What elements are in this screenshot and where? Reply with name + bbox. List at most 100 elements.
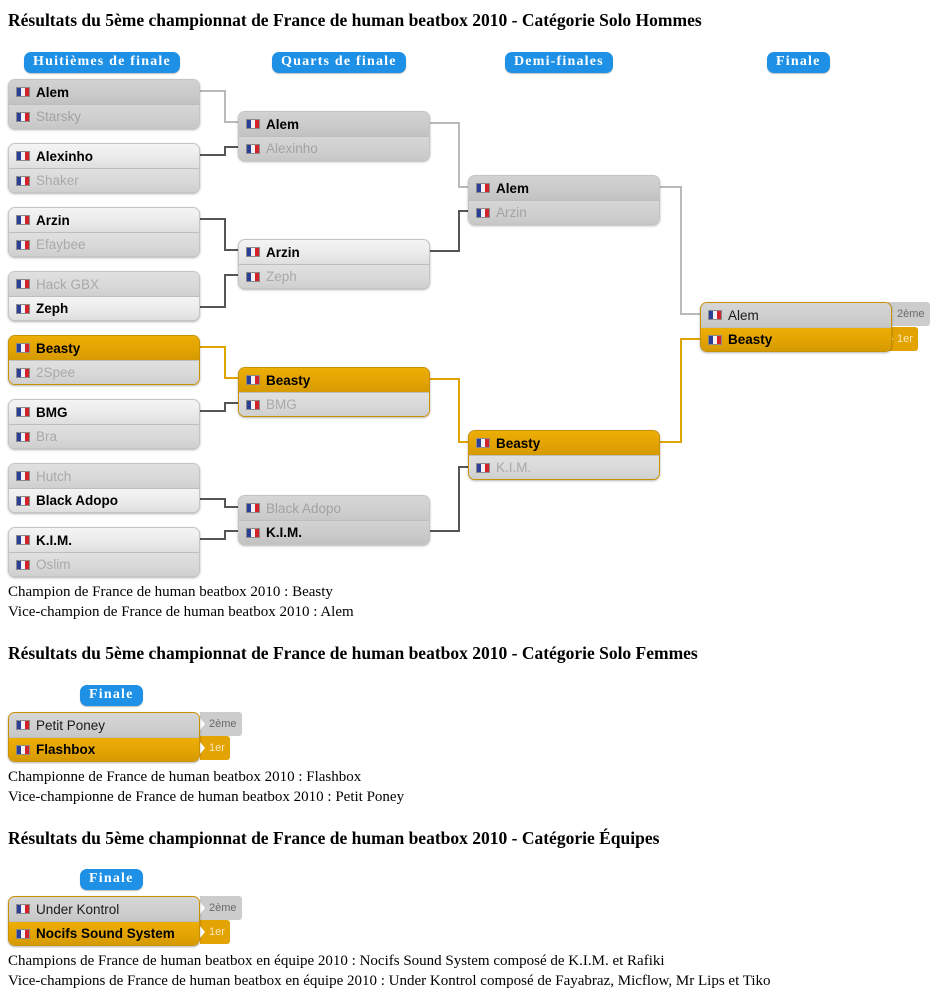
match-slot-winner[interactable]: Beasty	[469, 431, 659, 455]
match-slot-loser[interactable]: Alexinho	[239, 136, 429, 160]
rank-badge-first: 1er	[200, 736, 230, 760]
match-slot-loser[interactable]: Efaybee	[9, 232, 199, 256]
match-slot-loser[interactable]: 2Spee	[9, 360, 199, 384]
match-slot-winner[interactable]: BMG	[9, 400, 199, 424]
connector	[658, 186, 682, 188]
round-label-final: Finale	[767, 52, 830, 73]
match-box[interactable]: K.I.M. Oslim	[8, 527, 200, 577]
connector	[200, 538, 226, 540]
connector	[224, 402, 238, 404]
bracket-page: Résultats du 5ème championnat de France …	[0, 0, 950, 997]
match-slot-winner[interactable]: Nocifs Sound System	[9, 921, 199, 945]
french-flag-icon	[16, 215, 30, 225]
match-slot-loser[interactable]: Starsky	[9, 104, 199, 128]
competitor-name: Bra	[36, 429, 58, 444]
competitor-name: Petit Poney	[36, 717, 106, 733]
match-slot-loser[interactable]: Hutch	[9, 464, 199, 488]
match-slot-loser[interactable]: Petit Poney	[9, 713, 199, 737]
match-slot-winner[interactable]: Beasty	[9, 336, 199, 360]
match-slot-loser[interactable]: Under Kontrol	[9, 897, 199, 921]
match-box[interactable]: Beasty BMG	[238, 367, 430, 417]
match-slot-winner[interactable]: Beasty	[701, 327, 891, 351]
match-slot-loser[interactable]: Shaker	[9, 168, 199, 192]
french-flag-icon	[16, 343, 30, 353]
match-slot-loser[interactable]: Alem	[701, 303, 891, 327]
match-slot-loser[interactable]: Zeph	[239, 264, 429, 288]
match-slot-winner[interactable]: Zeph	[9, 296, 199, 320]
french-flag-icon	[476, 183, 490, 193]
match-box[interactable]: Arzin Zeph	[238, 239, 430, 289]
french-flag-icon	[476, 207, 490, 218]
match-box[interactable]: Alem Alexinho	[238, 111, 430, 161]
competitor-name: Zeph	[266, 269, 297, 284]
round-label-quarter-finals: Quarts de finale	[272, 52, 406, 73]
connector	[200, 90, 226, 92]
competitor-name: Black Adopo	[266, 500, 342, 516]
competitor-name: Starsky	[36, 109, 82, 124]
match-slot-winner[interactable]: Alexinho	[9, 144, 199, 168]
french-flag-icon	[246, 503, 260, 513]
rank-badge-label: 2ème	[209, 902, 237, 914]
french-flag-icon	[16, 111, 30, 122]
match-box[interactable]: Black Adopo K.I.M.	[238, 495, 430, 545]
connector	[224, 146, 238, 148]
match-slot-winner[interactable]: Alem	[239, 112, 429, 136]
round-label-final-equipes: Finale	[80, 869, 143, 890]
french-flag-icon	[246, 119, 260, 129]
competitor-name: Beasty	[266, 372, 311, 388]
rank-badge-first: 1er	[888, 327, 918, 351]
match-box[interactable]: Alexinho Shaker	[8, 143, 200, 193]
match-slot-loser[interactable]: BMG	[239, 392, 429, 416]
competitor-name: Oslim	[36, 557, 71, 572]
match-slot-winner[interactable]: Arzin	[239, 240, 429, 264]
match-box[interactable]: BMG Bra	[8, 399, 200, 449]
french-flag-icon	[16, 303, 30, 314]
match-slot-winner[interactable]: Beasty	[239, 368, 429, 392]
match-box[interactable]: Arzin Efaybee	[8, 207, 200, 257]
rank-badge-label: 1er	[897, 333, 913, 345]
match-box[interactable]: Alem Arzin	[468, 175, 660, 225]
french-flag-icon	[246, 247, 260, 257]
match-box[interactable]: Beasty 2Spee	[8, 335, 200, 385]
connector	[200, 346, 226, 348]
french-flag-icon	[476, 438, 490, 448]
match-slot-loser[interactable]: K.I.M.	[469, 455, 659, 479]
round-label-round-of-16: Huitièmes de finale	[24, 52, 180, 73]
match-slot-loser[interactable]: Hack GBX	[9, 272, 199, 296]
competitor-name: K.I.M.	[266, 525, 302, 540]
match-box-final[interactable]: Petit Poney Flashbox	[8, 712, 200, 762]
competitor-name: Nocifs Sound System	[36, 926, 175, 941]
match-slot-loser[interactable]: Oslim	[9, 552, 199, 576]
match-box[interactable]: Hack GBX Zeph	[8, 271, 200, 321]
connector	[428, 250, 460, 252]
match-slot-winner[interactable]: K.I.M.	[239, 520, 429, 544]
match-slot-winner[interactable]: Alem	[9, 80, 199, 104]
match-box-final[interactable]: Under Kontrol Nocifs Sound System	[8, 896, 200, 946]
match-slot-loser[interactable]: Arzin	[469, 200, 659, 224]
match-box[interactable]: Hutch Black Adopo	[8, 463, 200, 513]
vice-champion-caption: Vice-champion de France de human beatbox…	[8, 604, 354, 620]
competitor-name: Under Kontrol	[36, 901, 120, 917]
match-slot-loser[interactable]: Black Adopo	[239, 496, 429, 520]
connector	[224, 346, 226, 379]
competitor-name: Efaybee	[36, 237, 86, 252]
connector	[224, 147, 226, 156]
french-flag-icon	[16, 407, 30, 417]
match-slot-winner[interactable]: K.I.M.	[9, 528, 199, 552]
match-slot-winner[interactable]: Black Adopo	[9, 488, 199, 512]
connector	[224, 377, 238, 379]
match-slot-winner[interactable]: Flashbox	[9, 737, 199, 761]
competitor-name: 2Spee	[36, 365, 76, 380]
match-box[interactable]: Beasty K.I.M.	[468, 430, 660, 480]
match-slot-winner[interactable]: Alem	[469, 176, 659, 200]
match-box[interactable]: Alem Starsky	[8, 79, 200, 129]
french-flag-icon	[16, 471, 30, 481]
french-flag-icon	[708, 310, 722, 320]
match-slot-loser[interactable]: Bra	[9, 424, 199, 448]
match-box-final[interactable]: Alem Beasty	[700, 302, 892, 352]
rank-badge-label: 2ème	[897, 308, 925, 320]
round-label-semi-finals: Demi-finales	[505, 52, 613, 73]
french-flag-icon	[16, 367, 30, 378]
match-slot-winner[interactable]: Arzin	[9, 208, 199, 232]
competitor-name: Alexinho	[36, 148, 94, 164]
